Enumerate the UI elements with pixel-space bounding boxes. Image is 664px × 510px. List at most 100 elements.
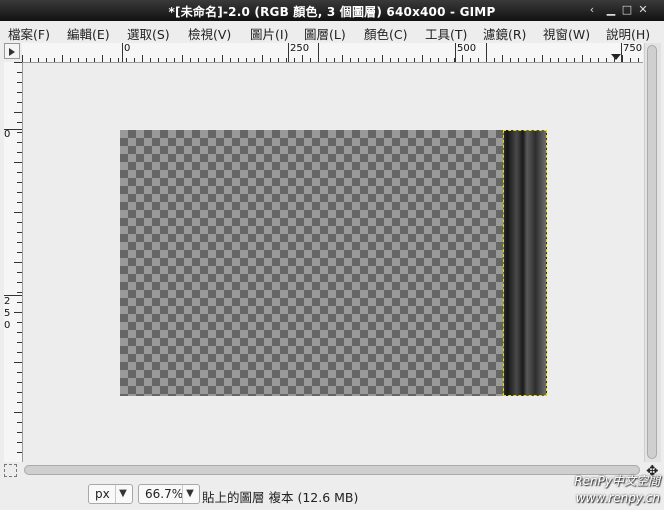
ruler-tick (17, 352, 22, 353)
ruler-tick (17, 322, 22, 323)
maximize-button[interactable]: □ (620, 2, 634, 18)
ruler-tick (17, 192, 22, 193)
menu-colors[interactable]: 顏色(C) (364, 24, 407, 43)
ruler-tick (94, 58, 95, 62)
ruler-tick (110, 58, 111, 62)
ruler-tick (430, 58, 431, 62)
menu-edit[interactable]: 編輯(E) (67, 24, 110, 43)
ruler-tick (390, 58, 391, 62)
ruler-tick (518, 58, 519, 62)
ruler-tick (17, 432, 22, 433)
ruler-major-tick (4, 295, 22, 296)
ruler-tick (17, 142, 22, 143)
ruler-tick (630, 58, 631, 62)
ruler-major-tick (122, 43, 123, 62)
transparent-canvas[interactable] (120, 130, 547, 396)
ruler-tick (38, 58, 39, 62)
ruler-tick (574, 58, 575, 62)
ruler-tick (17, 422, 22, 423)
minimize-button[interactable]: ▁ (604, 2, 618, 18)
ruler-tick (230, 58, 231, 62)
ruler-tick (158, 58, 159, 62)
ruler-tick (414, 58, 415, 62)
ruler-tick (17, 72, 22, 73)
ruler-tick (17, 252, 22, 253)
ruler-tick (17, 182, 22, 183)
menu-file[interactable]: 檔案(F) (8, 24, 50, 43)
ruler-tick (62, 55, 63, 62)
ruler-tick (238, 58, 239, 62)
chevron-down-icon: ▼ (115, 485, 130, 503)
ruler-tick (382, 55, 383, 62)
zoom-selector[interactable]: 66.7% ▼ (138, 484, 200, 504)
ruler-tick (254, 58, 255, 62)
ruler-tick (566, 58, 567, 62)
ruler-tick (494, 58, 495, 62)
menu-filters[interactable]: 濾鏡(R) (483, 24, 526, 43)
canvas-viewport[interactable] (23, 63, 643, 462)
ruler-tick (294, 58, 295, 62)
ruler-tick (17, 402, 22, 403)
ruler-label: 0 (124, 43, 131, 54)
ruler-tick (622, 55, 623, 62)
ruler-tick (550, 58, 551, 62)
ruler-tick (22, 55, 23, 62)
menu-tools[interactable]: 工具(T) (425, 24, 467, 43)
ruler-tick (150, 58, 151, 62)
window-menu-icon[interactable]: ‹ (585, 2, 599, 18)
quick-mask-toggle-icon[interactable] (4, 464, 17, 477)
menu-select[interactable]: 選取(S) (127, 24, 170, 43)
ruler-tick (182, 55, 183, 62)
pasted-layer-selection[interactable] (503, 130, 547, 396)
ruler-tick (14, 362, 22, 363)
vertical-ruler[interactable]: 0 2 5 0 (4, 62, 23, 462)
menu-windows[interactable]: 視窗(W) (543, 24, 590, 43)
ruler-tick (214, 58, 215, 62)
ruler-tick (17, 332, 22, 333)
ruler-tick (17, 232, 22, 233)
menu-image[interactable]: 圖片(I) (250, 24, 288, 43)
ruler-tick (14, 312, 22, 313)
ruler-tick (342, 55, 343, 62)
watermark: RenPy中文空間 www.renpy.cn (574, 473, 660, 507)
horizontal-ruler[interactable]: 0 250 500 750 (22, 43, 643, 63)
ruler-tick (262, 55, 263, 62)
ruler-tick (17, 132, 22, 133)
ruler-tick (14, 212, 22, 213)
ruler-tick (54, 58, 55, 62)
ruler-tick (542, 55, 543, 62)
ruler-tick (14, 262, 22, 263)
close-button[interactable]: ✕ (636, 2, 650, 18)
menu-layer[interactable]: 圖層(L) (304, 24, 346, 43)
vertical-scrollbar[interactable] (643, 43, 661, 462)
ruler-tick (17, 122, 22, 123)
ruler-tick (470, 58, 471, 62)
ruler-tick (17, 242, 22, 243)
ruler-label: 750 (623, 43, 643, 54)
menu-help[interactable]: 說明(H) (606, 24, 650, 43)
ruler-tick (406, 58, 407, 62)
zoom-value: 66.7% (145, 487, 184, 501)
ruler-tick (14, 62, 22, 63)
image-menu-button[interactable] (4, 43, 20, 59)
ruler-tick (438, 58, 439, 62)
ruler-label: 5 (4, 308, 11, 319)
ruler-tick (526, 58, 527, 62)
status-message: 貼上的圖層 複本 (12.6 MB) (202, 490, 359, 505)
ruler-tick (17, 392, 22, 393)
ruler-tick (350, 58, 351, 62)
horizontal-scrollbar[interactable] (20, 463, 644, 477)
horizontal-scroll-thumb[interactable] (24, 465, 640, 475)
unit-selector[interactable]: px ▼ (88, 484, 133, 504)
vertical-scroll-thumb[interactable] (647, 45, 657, 459)
ruler-tick (17, 222, 22, 223)
ruler-tick (134, 58, 135, 62)
ruler-tick (326, 58, 327, 62)
ruler-tick (17, 302, 22, 303)
ruler-tick (17, 202, 22, 203)
ruler-tick (17, 372, 22, 373)
menu-view[interactable]: 檢視(V) (188, 24, 231, 43)
ruler-major-tick (621, 43, 622, 62)
ruler-tick (278, 58, 279, 62)
ruler-tick (502, 55, 503, 62)
